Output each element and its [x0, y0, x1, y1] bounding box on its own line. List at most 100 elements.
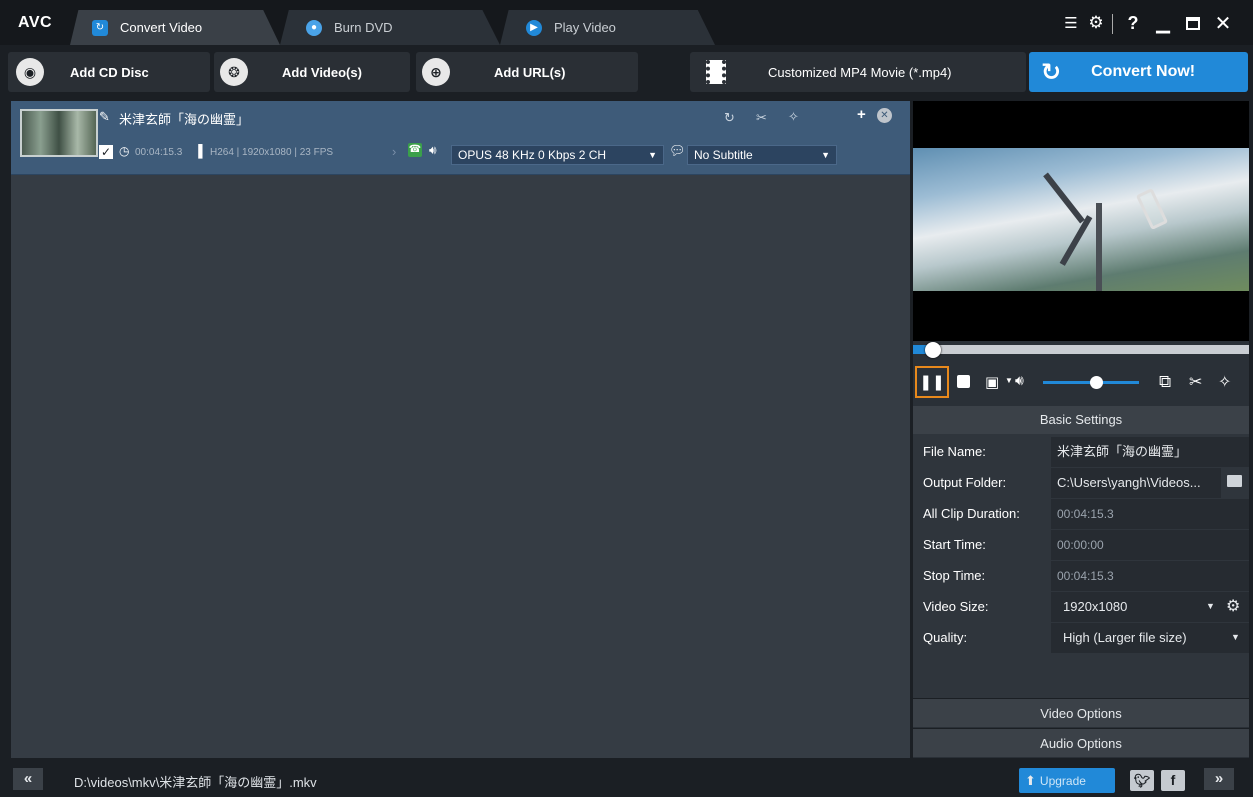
- twitter-icon[interactable]: 🐦︎: [1130, 770, 1154, 791]
- volume-handle[interactable]: [1089, 376, 1103, 389]
- seek-handle[interactable]: [925, 342, 942, 358]
- effects-icon[interactable]: ✧: [1218, 372, 1231, 392]
- minimize-button[interactable]: ▁: [1152, 12, 1174, 34]
- add-url-label: Add URL(s): [494, 64, 566, 80]
- setting-stop-time[interactable]: Stop Time: 00:04:15.3: [913, 561, 1249, 591]
- gear-icon[interactable]: ⚙: [1226, 596, 1240, 616]
- video-frame: [913, 148, 1249, 291]
- upgrade-button[interactable]: ⬆ Upgrade: [1019, 768, 1115, 793]
- snapshot-dropdown[interactable]: ▼: [1005, 376, 1013, 385]
- setting-label: Video Size:: [923, 599, 989, 614]
- settings-panel: Basic Settings File Name: 米津玄師「海の幽霊」 Out…: [913, 406, 1249, 698]
- disc-add-icon: ◉: [16, 58, 44, 86]
- expand-button[interactable]: »: [1204, 768, 1234, 790]
- add-cd-label: Add CD Disc: [70, 64, 149, 80]
- audio-track-select[interactable]: OPUS 48 KHz 0 Kbps 2 CH ▼: [451, 145, 664, 165]
- video-thumbnail[interactable]: [20, 109, 98, 157]
- setting-quality[interactable]: Quality: High (Larger file size) ▼: [913, 623, 1249, 653]
- status-bar: « D:\videos\mkv\米津玄師「海の幽霊」.mkv ⬆ Upgrade…: [0, 760, 1253, 797]
- effects-icon[interactable]: ✧: [788, 109, 799, 125]
- right-panel: ❚❚ ▣ ▼ 🔊︎ ⧉ ✂ ✧ Basic Settings File Name…: [913, 101, 1249, 758]
- checkbox[interactable]: ✓: [99, 145, 113, 159]
- volume-icon[interactable]: 🔊︎: [1015, 372, 1024, 389]
- refresh-icon: ↻: [1041, 58, 1062, 86]
- add-url-button[interactable]: ⊕ Add URL(s): [416, 52, 638, 92]
- register-icon[interactable]: ☰: [1060, 12, 1082, 34]
- profile-select[interactable]: Customized MP4 Movie (*.mp4): [690, 52, 1026, 92]
- setting-value[interactable]: C:\Users\yangh\Videos...: [1051, 468, 1221, 498]
- tab-burn-dvd[interactable]: ● Burn DVD: [280, 10, 500, 45]
- setting-value[interactable]: High (Larger file size): [1051, 623, 1249, 653]
- add-icon[interactable]: +: [857, 106, 866, 123]
- disc-icon: ●: [306, 19, 322, 36]
- basic-settings-header[interactable]: Basic Settings: [913, 406, 1249, 434]
- maximize-button[interactable]: [1182, 12, 1204, 34]
- subtitle-icon: 💬︎: [669, 143, 686, 158]
- setting-value[interactable]: 00:04:15.3: [1051, 561, 1249, 591]
- popout-icon[interactable]: ⧉: [1159, 372, 1171, 392]
- subtitle-select[interactable]: No Subtitle ▼: [687, 145, 837, 165]
- facebook-icon[interactable]: f: [1161, 770, 1185, 791]
- convert-label: Convert Now!: [1091, 63, 1196, 80]
- convert-now-button[interactable]: ↻ Convert Now!: [1029, 52, 1248, 92]
- tab-label: Convert Video: [120, 20, 203, 35]
- source-path: D:\videos\mkv\米津玄師「海の幽霊」.mkv: [74, 775, 317, 790]
- pencil-icon[interactable]: ✎: [99, 109, 110, 125]
- play-icon: ▶: [526, 19, 542, 36]
- folder-open-icon[interactable]: [1227, 475, 1242, 487]
- video-info: H264 | 1920x1080 | 23 FPS: [210, 147, 334, 158]
- setting-label: Start Time:: [923, 537, 986, 552]
- turbine-blade: [1059, 215, 1093, 266]
- tab-convert-video[interactable]: ↻ Convert Video: [70, 10, 280, 45]
- rotate-icon[interactable]: ↻: [724, 110, 735, 126]
- app-logo: AVC: [18, 14, 53, 31]
- file-title[interactable]: 米津玄師「海の幽霊」: [119, 109, 249, 128]
- add-video-button[interactable]: ❂ Add Video(s): [214, 52, 410, 92]
- setting-value[interactable]: 1920x1080: [1051, 592, 1249, 622]
- phone-icon: ☎: [408, 143, 422, 157]
- setting-video-size[interactable]: Video Size: 1920x1080 ▼ ⚙: [913, 592, 1249, 622]
- file-duration: 00:04:15.3: [135, 147, 183, 158]
- setting-value[interactable]: 00:00:00: [1051, 530, 1249, 560]
- file-row[interactable]: ✎ 米津玄師「海の幽霊」 ✓ ◷ 00:04:15.3 ▐ H264 | 192…: [11, 101, 910, 175]
- turbine-fin: [1135, 187, 1169, 231]
- chevron-down-icon: ▼: [821, 150, 830, 160]
- setting-label: All Clip Duration:: [923, 506, 1020, 521]
- close-button[interactable]: ✕: [1212, 12, 1234, 35]
- setting-all-clip-duration: All Clip Duration: 00:04:15.3: [913, 499, 1249, 529]
- help-button[interactable]: ?: [1124, 12, 1142, 34]
- gear-icon[interactable]: ⚙: [1086, 12, 1106, 34]
- video-preview[interactable]: [913, 101, 1249, 341]
- scissors-icon[interactable]: ✂: [1189, 372, 1202, 392]
- setting-start-time[interactable]: Start Time: 00:00:00: [913, 530, 1249, 560]
- clock-icon: ◷: [119, 144, 130, 158]
- add-cd-button[interactable]: ◉ Add CD Disc: [8, 52, 210, 92]
- collapse-button[interactable]: «: [13, 768, 43, 790]
- setting-value: 00:04:15.3: [1051, 499, 1249, 529]
- setting-output-folder[interactable]: Output Folder: C:\Users\yangh\Videos...: [913, 468, 1249, 498]
- tab-play-video[interactable]: ▶ Play Video: [500, 10, 715, 45]
- chevron-down-icon[interactable]: ▼: [1206, 601, 1215, 611]
- chevron-down-icon: ▼: [648, 150, 657, 160]
- upgrade-label: Upgrade: [1039, 773, 1086, 788]
- toolbar: ◉ Add CD Disc ❂ Add Video(s) ⊕ Add URL(s…: [0, 45, 1253, 120]
- pause-button[interactable]: ❚❚: [915, 366, 949, 398]
- remove-icon[interactable]: ✕: [877, 108, 892, 123]
- setting-file-name[interactable]: File Name: 米津玄師「海の幽霊」: [913, 437, 1249, 467]
- file-list[interactable]: ✎ 米津玄師「海の幽霊」 ✓ ◷ 00:04:15.3 ▐ H264 | 192…: [11, 101, 910, 758]
- globe-add-icon: ⊕: [422, 58, 450, 86]
- tab-label: Play Video: [554, 20, 616, 35]
- turbine-tower: [1096, 203, 1102, 291]
- audio-options-button[interactable]: Audio Options: [913, 728, 1249, 757]
- video-options-button[interactable]: Video Options: [913, 698, 1249, 727]
- snapshot-icon[interactable]: ▣: [985, 373, 999, 391]
- arrow-right-icon: ›: [392, 144, 397, 159]
- setting-value[interactable]: 米津玄師「海の幽霊」: [1051, 437, 1249, 467]
- seek-bar[interactable]: [913, 345, 1249, 354]
- stop-button[interactable]: [957, 375, 970, 388]
- scissors-icon[interactable]: ✂: [756, 110, 767, 126]
- chevron-down-icon[interactable]: ▼: [1231, 632, 1240, 642]
- audio-track-value: OPUS 48 KHz 0 Kbps 2 CH: [458, 148, 607, 162]
- profile-label: Customized MP4 Movie (*.mp4): [768, 64, 952, 80]
- add-video-label: Add Video(s): [282, 64, 362, 80]
